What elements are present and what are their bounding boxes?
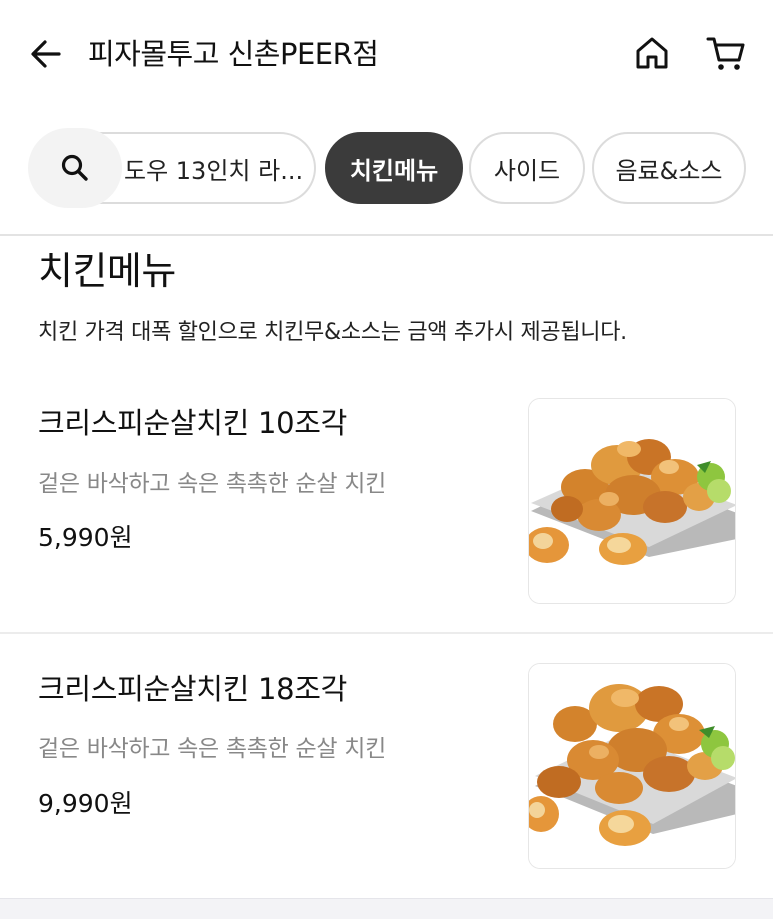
fried-chicken-image bbox=[529, 399, 735, 603]
menu-item-description: 겉은 바삭하고 속은 촉촉한 순살 치킨 bbox=[38, 471, 386, 497]
chip-drinks-sauce[interactable]: 음료&소스 bbox=[592, 132, 746, 204]
menu-item[interactable]: 크리스피순살치킨 18조각 겉은 바삭하고 속은 촉촉한 순살 치킨 9,990… bbox=[0, 634, 773, 898]
category-chip-bar: 도우 13인치 라... 치킨메뉴 사이드 음료&소스 bbox=[0, 128, 773, 208]
menu-item-description: 겉은 바삭하고 속은 촉촉한 순살 치킨 bbox=[38, 736, 386, 762]
bottom-strip bbox=[0, 898, 773, 919]
chip-side[interactable]: 사이드 bbox=[469, 132, 585, 204]
menu-item-price: 9,990원 bbox=[38, 789, 133, 818]
home-icon bbox=[636, 37, 668, 69]
search-icon bbox=[61, 154, 88, 181]
arrow-left-icon bbox=[31, 40, 61, 68]
section-description: 치킨 가격 대폭 할인으로 치킨무&소스는 금액 추가시 제공됩니다. bbox=[38, 320, 627, 345]
chip-label: 사이드 bbox=[493, 156, 561, 185]
menu-item[interactable]: 크리스피순살치킨 10조각 겉은 바삭하고 속은 촉촉한 순살 치킨 5,990… bbox=[0, 370, 773, 634]
home-button[interactable] bbox=[631, 32, 673, 74]
cart-icon bbox=[706, 37, 745, 70]
back-button[interactable] bbox=[26, 34, 66, 74]
menu-item-price: 5,990원 bbox=[38, 523, 133, 552]
chip-label: 도우 13인치 라... bbox=[124, 156, 304, 185]
menu-item-name: 크리스피순살치킨 18조각 bbox=[38, 672, 348, 706]
menu-item-image bbox=[528, 663, 736, 869]
store-title: 피자몰투고 신촌PEER점 bbox=[88, 37, 379, 71]
chip-chicken-menu[interactable]: 치킨메뉴 bbox=[325, 132, 463, 204]
menu-search-button[interactable] bbox=[28, 128, 122, 208]
top-app-bar: 피자몰투고 신촌PEER점 bbox=[0, 0, 773, 108]
chip-label: 치킨메뉴 bbox=[349, 156, 439, 185]
chip-dough-13inch[interactable]: 도우 13인치 라... bbox=[88, 132, 316, 204]
cart-button[interactable] bbox=[704, 32, 748, 74]
menu-page: 피자몰투고 신촌PEER점 도우 13인치 라... 치킨메뉴 사이드 음료&소… bbox=[0, 0, 773, 919]
menu-item-name: 크리스피순살치킨 10조각 bbox=[38, 406, 348, 440]
menu-item-image bbox=[528, 398, 736, 604]
fried-chicken-image bbox=[529, 664, 735, 868]
section-title: 치킨메뉴 bbox=[38, 249, 176, 293]
chip-label: 음료&소스 bbox=[615, 156, 723, 185]
divider bbox=[0, 234, 773, 236]
